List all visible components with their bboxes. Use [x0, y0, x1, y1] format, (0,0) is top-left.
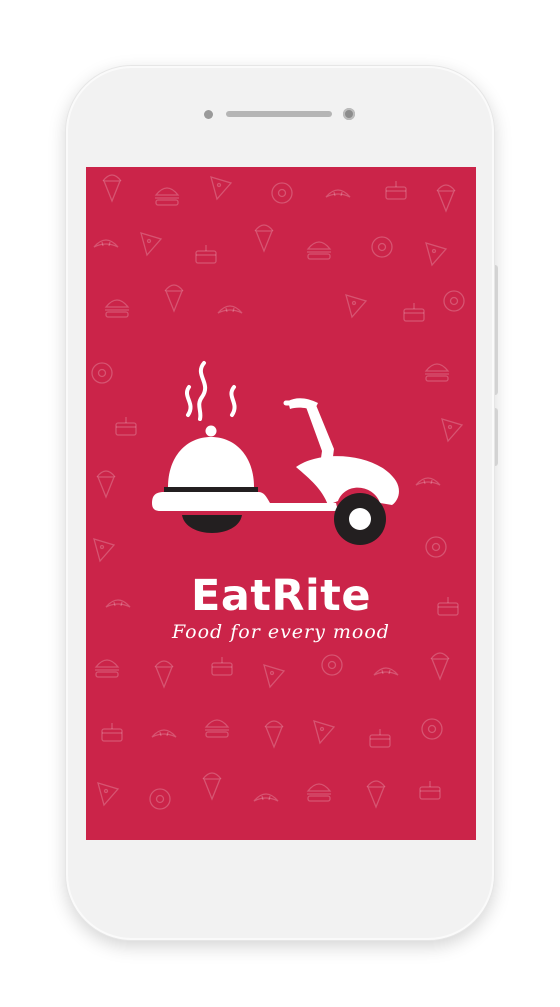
front-camera — [343, 108, 355, 120]
proximity-sensor — [204, 110, 213, 119]
splash-screen[interactable]: EatRite Food for every mood — [86, 167, 476, 840]
earpiece-speaker — [226, 111, 332, 117]
scooter-cloche-logo-icon — [152, 361, 399, 545]
brand-name: EatRite — [190, 571, 371, 621]
tagline: Food for every mood — [172, 621, 390, 643]
mockup-stage: EatRite Food for every mood — [0, 0, 560, 1007]
